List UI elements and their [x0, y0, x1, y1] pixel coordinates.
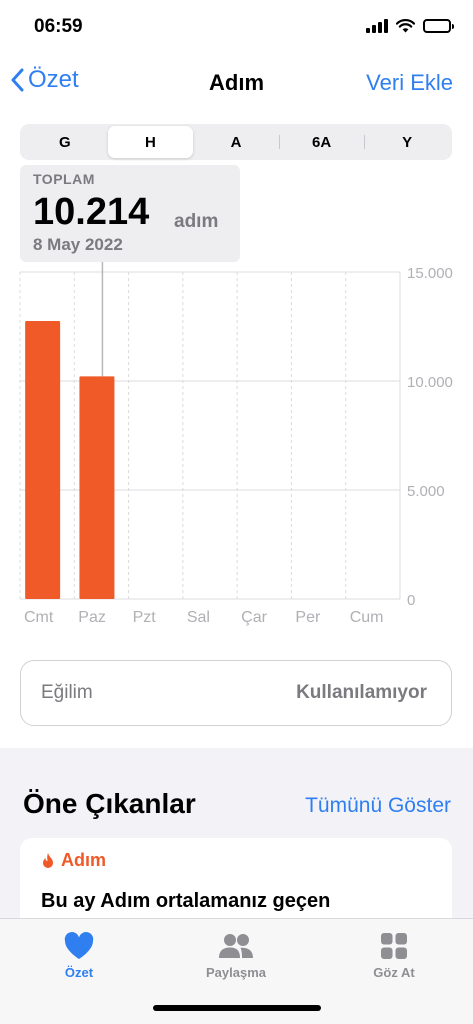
x-tick-label: Pzt — [133, 609, 157, 626]
highlights-title: Öne Çıkanlar — [23, 788, 196, 819]
home-indicator — [153, 1005, 321, 1011]
tab-summary-label: Özet — [64, 965, 94, 980]
steps-detail-card: G H A 6A Y 0 5.000 10.000 15.000 Cmt Paz Pzt Sa… — [0, 110, 473, 748]
highlight-category: Adım — [41, 850, 106, 871]
highlights-header: Öne Çıkanlar Tümünü Göster — [0, 748, 473, 838]
bar — [79, 376, 115, 599]
total-unit: adım — [174, 211, 219, 232]
total-label: TOPLAM — [33, 171, 95, 187]
cellular-signal-icon — [366, 19, 388, 33]
battery-icon — [423, 19, 454, 33]
trend-label: Eğilim — [41, 682, 93, 703]
add-data-button[interactable]: Veri Ekle — [366, 70, 453, 96]
status-icons — [366, 19, 454, 33]
x-tick-label: Cum — [350, 609, 384, 626]
grid-icon — [381, 933, 407, 959]
trend-value: Kullanılamıyor — [296, 682, 427, 703]
heart-icon — [64, 932, 94, 959]
tab-browse[interactable]: Göz At — [339, 931, 449, 980]
selection-callout: TOPLAM 10.214 adım 8 May 2022 — [20, 165, 240, 262]
navigation-bar: Özet Adım Veri Ekle — [0, 56, 473, 110]
highlight-message: Bu ay Adım ortalamanız geçen — [41, 890, 331, 912]
total-value: 10.214 — [33, 191, 150, 233]
trend-row[interactable]: Eğilim Kullanılamıyor — [20, 660, 452, 726]
bar — [25, 321, 61, 599]
x-tick-label: Çar — [241, 609, 267, 626]
highlight-category-label: Adım — [61, 850, 106, 870]
x-tick-label: Sal — [187, 609, 210, 626]
show-all-button[interactable]: Tümünü Göster — [305, 794, 451, 818]
y-tick-label: 10.000 — [407, 374, 453, 391]
y-tick-label: 15.000 — [407, 265, 453, 282]
tab-browse-label: Göz At — [373, 965, 415, 980]
x-tick-label: Paz — [78, 609, 106, 626]
tab-sharing-label: Paylaşma — [206, 965, 266, 980]
status-time: 06:59 — [34, 16, 83, 37]
status-bar: 06:59 — [0, 0, 473, 56]
y-tick-label: 5.000 — [407, 483, 445, 500]
x-tick-label: Cmt — [24, 609, 54, 626]
flame-icon — [43, 852, 53, 868]
tab-summary[interactable]: Özet — [24, 931, 134, 980]
selected-date: 8 May 2022 — [33, 235, 123, 254]
x-tick-label: Per — [295, 609, 321, 626]
y-tick-label: 0 — [407, 592, 415, 609]
tab-sharing[interactable]: Paylaşma — [181, 931, 291, 980]
wifi-icon — [396, 19, 415, 33]
people-icon — [219, 934, 253, 958]
